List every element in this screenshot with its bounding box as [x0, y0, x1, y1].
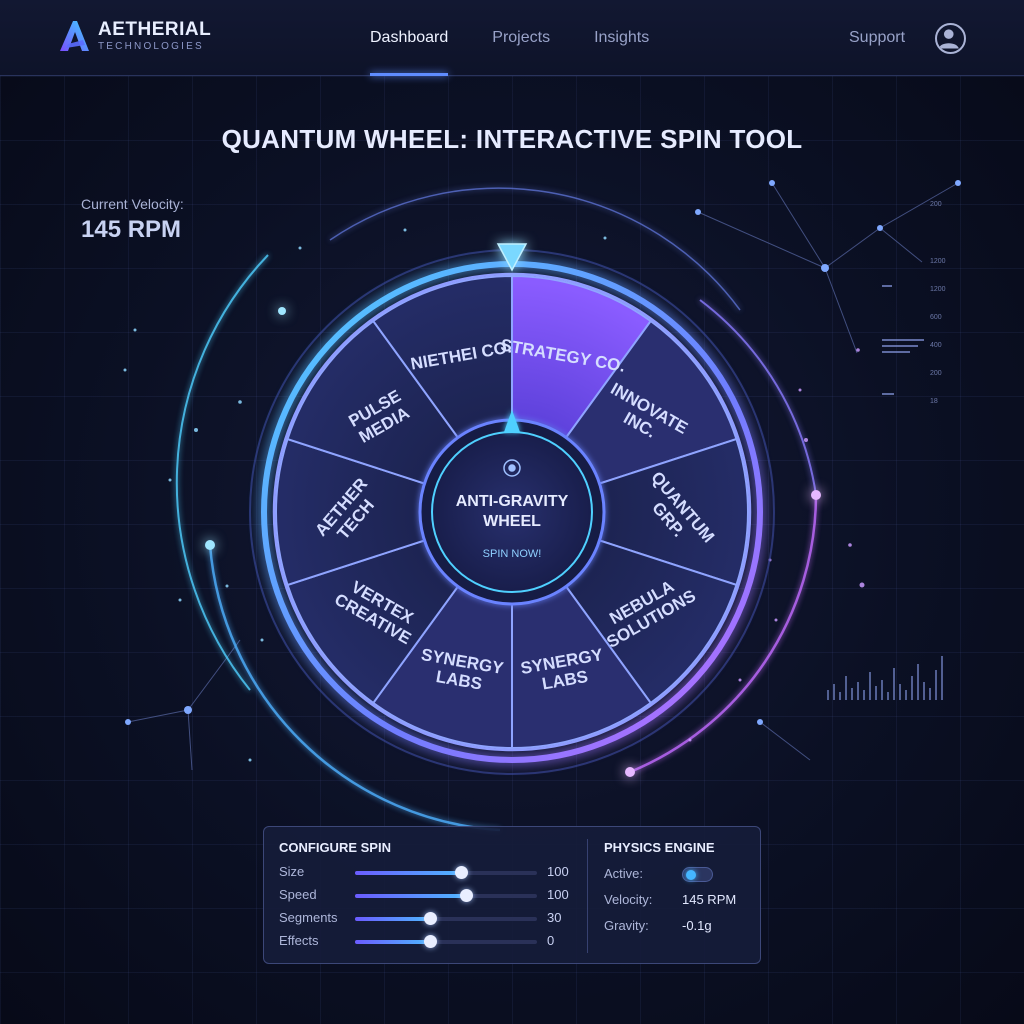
configure-spin-title: CONFIGURE SPIN — [279, 840, 391, 855]
size-slider-thumb[interactable] — [454, 866, 468, 879]
active-label: Active: — [604, 866, 644, 881]
segments-slider[interactable] — [355, 912, 537, 925]
gravity-value: -0.1g — [682, 918, 712, 933]
velocity-value: 145 RPM — [682, 892, 737, 907]
speed-slider-thumb[interactable] — [460, 889, 474, 902]
side-axis: 200 1200 1200 600 400 200 18 — [930, 201, 946, 405]
svg-text:200: 200 — [930, 370, 942, 377]
segments-value: 30 — [547, 910, 562, 925]
sparkline-decoration — [827, 656, 943, 700]
active-toggle[interactable] — [682, 867, 713, 882]
panel-divider — [587, 839, 588, 953]
svg-text:600: 600 — [930, 314, 942, 321]
segments-label: Segments — [279, 910, 338, 925]
velocity-label: Velocity: — [604, 892, 653, 907]
size-value: 100 — [547, 864, 569, 879]
speed-label: Speed — [279, 887, 317, 902]
svg-text:1200: 1200 — [930, 286, 946, 293]
center-title-line2: WHEEL — [483, 513, 541, 530]
svg-text:1200: 1200 — [930, 258, 946, 265]
speed-value: 100 — [547, 887, 569, 902]
gravity-label: Gravity: — [604, 918, 649, 933]
size-slider-row: Size 100 — [279, 863, 579, 883]
spin-now-label: SPIN NOW! — [483, 548, 542, 560]
toggle-knob — [686, 870, 696, 880]
effects-value: 0 — [547, 933, 555, 948]
control-panel: CONFIGURE SPIN Size 100 Speed 100 Segmen… — [263, 826, 761, 964]
segments-slider-row: Segments 30 — [279, 909, 579, 929]
svg-text:18: 18 — [930, 398, 938, 405]
effects-slider-thumb[interactable] — [423, 935, 437, 948]
effects-slider-row: Effects 0 — [279, 932, 579, 952]
speed-slider[interactable] — [355, 889, 537, 902]
speed-slider-row: Speed 100 — [279, 886, 579, 906]
effects-label: Effects — [279, 933, 319, 948]
physics-engine-title: PHYSICS ENGINE — [604, 840, 715, 855]
spin-now-button[interactable]: ANTI-GRAVITY WHEEL SPIN NOW! — [434, 434, 590, 590]
segments-slider-thumb[interactable] — [423, 912, 437, 925]
svg-text:400: 400 — [930, 342, 942, 349]
size-slider[interactable] — [355, 866, 537, 879]
effects-slider[interactable] — [355, 935, 537, 948]
size-label: Size — [279, 864, 305, 879]
svg-text:200: 200 — [930, 201, 942, 208]
center-title-line1: ANTI-GRAVITY — [456, 493, 569, 510]
